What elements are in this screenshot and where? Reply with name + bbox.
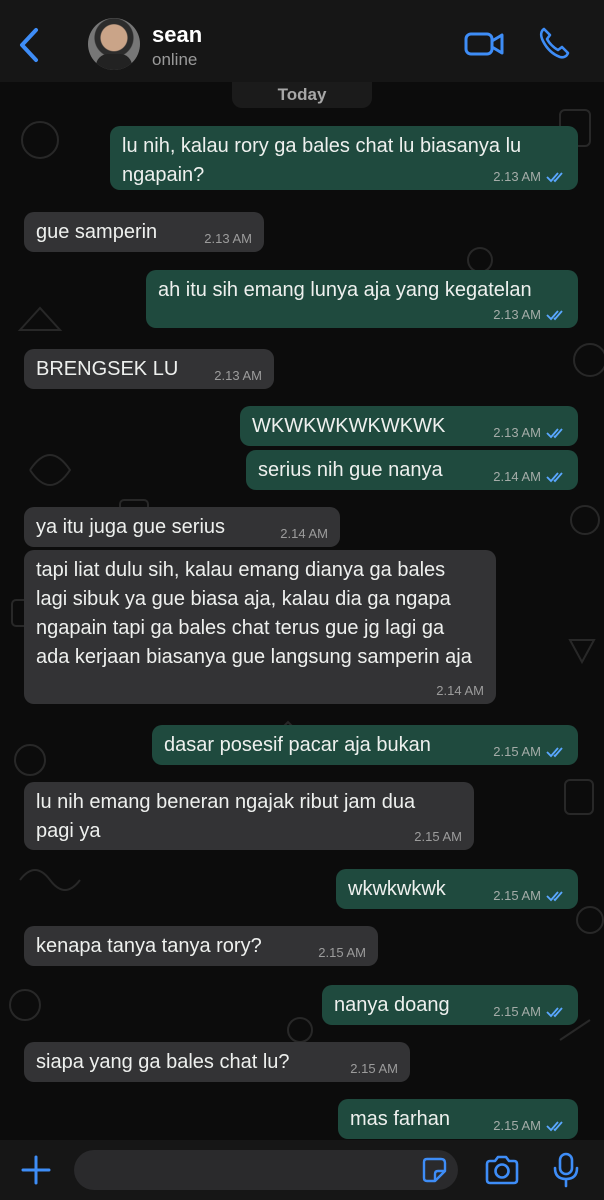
message-time: 2.15 AM — [493, 888, 541, 903]
message-bubble-outgoing[interactable]: ah itu sih emang lunya aja yang kegatela… — [146, 270, 578, 328]
read-ticks-icon — [546, 472, 563, 483]
message-text: tapi liat dulu sih, kalau emang dianya g… — [36, 559, 472, 668]
message-text: siapa yang ga bales chat lu? — [36, 1051, 290, 1073]
message-bubble-outgoing[interactable]: mas farhan 2.15 AM — [338, 1099, 578, 1139]
message-bubble-outgoing[interactable]: lu nih, kalau rory ga bales chat lu bias… — [110, 126, 578, 190]
message-bubble-incoming[interactable]: kenapa tanya tanya rory? 2.15 AM — [24, 926, 378, 966]
message-composer — [0, 1140, 604, 1200]
chat-header: sean online — [0, 0, 604, 82]
message-bubble-incoming[interactable]: siapa yang ga bales chat lu? 2.15 AM — [24, 1042, 410, 1082]
message-bubble-outgoing[interactable]: serius nih gue nanya 2.14 AM — [246, 450, 578, 490]
message-time: 2.13 AM — [493, 307, 541, 322]
read-ticks-icon — [546, 1007, 563, 1018]
back-chevron-icon[interactable] — [12, 22, 46, 68]
microphone-icon[interactable] — [552, 1152, 580, 1188]
message-time: 2.15 AM — [318, 945, 366, 960]
message-time: 2.13 AM — [493, 169, 541, 184]
message-time: 2.13 AM — [204, 231, 252, 246]
read-ticks-icon — [546, 1121, 563, 1132]
message-bubble-incoming[interactable]: lu nih emang beneran ngajak ribut jam du… — [24, 782, 474, 850]
contact-status: online — [152, 50, 198, 69]
read-ticks-icon — [546, 428, 563, 439]
camera-icon[interactable] — [484, 1154, 520, 1186]
read-ticks-icon — [546, 891, 563, 902]
sticker-icon[interactable] — [420, 1156, 448, 1184]
message-bubble-outgoing[interactable]: wkwkwkwk 2.15 AM — [336, 869, 578, 909]
message-time: 2.14 AM — [280, 526, 328, 541]
message-time: 2.15 AM — [493, 1004, 541, 1019]
message-text: ah itu sih emang lunya aja yang kegatela… — [158, 279, 532, 301]
message-time: 2.15 AM — [414, 829, 462, 844]
message-text: lu nih emang beneran ngajak ribut jam du… — [36, 791, 421, 842]
message-bubble-incoming[interactable]: gue samperin 2.13 AM — [24, 212, 264, 252]
message-time: 2.15 AM — [493, 744, 541, 759]
contact-avatar[interactable] — [88, 18, 140, 70]
message-time: 2.14 AM — [493, 469, 541, 484]
date-separator: Today — [232, 82, 372, 108]
read-ticks-icon — [546, 172, 563, 183]
message-time: 2.13 AM — [214, 368, 262, 383]
message-time: 2.14 AM — [436, 683, 484, 698]
read-ticks-icon — [546, 747, 563, 758]
phone-call-icon[interactable] — [538, 26, 570, 60]
read-ticks-icon — [546, 310, 563, 321]
message-input[interactable] — [74, 1150, 458, 1190]
video-call-icon[interactable] — [464, 28, 504, 60]
message-bubble-incoming[interactable]: BRENGSEK LU 2.13 AM — [24, 349, 274, 389]
message-bubble-outgoing[interactable]: dasar posesif pacar aja bukan 2.15 AM — [152, 725, 578, 765]
message-time: 2.15 AM — [350, 1061, 398, 1076]
message-text: kenapa tanya tanya rory? — [36, 935, 262, 957]
message-bubble-outgoing[interactable]: WKWKWKWKWKWK 2.13 AM — [240, 406, 578, 446]
message-bubble-incoming[interactable]: tapi liat dulu sih, kalau emang dianya g… — [24, 550, 496, 704]
message-bubble-incoming[interactable]: ya itu juga gue serius 2.14 AM — [24, 507, 340, 547]
plus-icon[interactable] — [20, 1154, 52, 1186]
contact-name[interactable]: sean — [152, 22, 202, 48]
message-time: 2.13 AM — [493, 425, 541, 440]
message-bubble-outgoing[interactable]: nanya doang 2.15 AM — [322, 985, 578, 1025]
message-time: 2.15 AM — [493, 1118, 541, 1133]
